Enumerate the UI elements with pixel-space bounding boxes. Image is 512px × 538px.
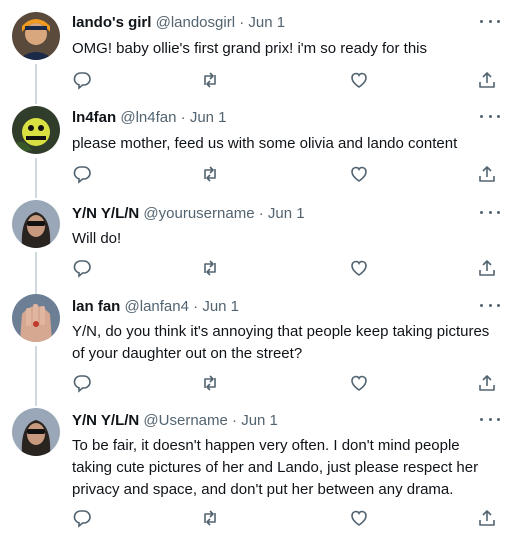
retweet-icon[interactable] — [200, 258, 220, 278]
like-icon[interactable] — [349, 70, 369, 90]
share-icon[interactable] — [477, 164, 497, 184]
display-name[interactable]: Y/N Y/L/N — [72, 205, 139, 222]
reply-icon[interactable] — [72, 70, 92, 90]
share-icon[interactable] — [477, 508, 497, 528]
handle[interactable]: @Username — [143, 412, 227, 429]
avatar[interactable] — [12, 408, 60, 456]
like-icon[interactable] — [349, 508, 369, 528]
display-name[interactable]: lando's girl — [72, 14, 151, 31]
separator: · — [193, 298, 199, 315]
more-icon[interactable] — [480, 206, 500, 218]
more-icon[interactable] — [480, 110, 500, 122]
reply-icon[interactable] — [72, 373, 92, 393]
tweet-text: please mother, feed us with some olivia … — [72, 135, 458, 152]
retweet-icon[interactable] — [200, 164, 220, 184]
thread-line — [35, 64, 37, 104]
thread-line — [35, 346, 37, 406]
timestamp[interactable]: Jun 1 — [190, 109, 227, 126]
tweet-header: Y/N Y/L/N @Username · Jun 1 — [72, 411, 278, 430]
tweet-header: lando's girl @landosgirl · Jun 1 — [72, 13, 285, 32]
handle[interactable]: @lanfan4 — [125, 298, 189, 315]
tweet-text: Will do! — [72, 230, 122, 247]
separator: · — [180, 109, 186, 126]
display-name[interactable]: ln4fan — [72, 109, 116, 126]
retweet-icon[interactable] — [200, 508, 220, 528]
retweet-icon[interactable] — [200, 373, 220, 393]
display-name[interactable]: Y/N Y/L/N — [72, 412, 139, 429]
tweet-header: Y/N Y/L/N @yourusername · Jun 1 — [72, 204, 305, 223]
thread-line — [35, 158, 37, 198]
tweet-actions — [72, 508, 502, 528]
separator: · — [258, 205, 264, 222]
retweet-icon[interactable] — [200, 70, 220, 90]
reply-icon[interactable] — [72, 508, 92, 528]
like-icon[interactable] — [349, 373, 369, 393]
like-icon[interactable] — [349, 258, 369, 278]
avatar[interactable] — [12, 106, 60, 154]
tweet-actions — [72, 373, 502, 393]
thread-line — [35, 252, 37, 294]
tweet-actions — [72, 70, 502, 90]
handle[interactable]: @ln4fan — [120, 109, 176, 126]
tweet-actions — [72, 164, 502, 184]
share-icon[interactable] — [477, 258, 497, 278]
separator: · — [232, 412, 238, 429]
tweet-header: ln4fan @ln4fan · Jun 1 — [72, 108, 227, 127]
share-icon[interactable] — [477, 70, 497, 90]
separator: · — [239, 14, 245, 31]
avatar[interactable] — [12, 200, 60, 248]
timestamp[interactable]: Jun 1 — [248, 14, 285, 31]
more-icon[interactable] — [480, 299, 500, 311]
timestamp[interactable]: Jun 1 — [202, 298, 239, 315]
handle[interactable]: @yourusername — [143, 205, 254, 222]
timestamp[interactable]: Jun 1 — [241, 412, 278, 429]
share-icon[interactable] — [477, 373, 497, 393]
tweet-text: Y/N, do you think it's annoying that peo… — [72, 323, 490, 362]
avatar[interactable] — [12, 294, 60, 342]
tweet-text: To be fair, it doesn't happen very often… — [72, 437, 479, 498]
reply-icon[interactable] — [72, 258, 92, 278]
tweet-text: OMG! baby ollie's first grand prix! i'm … — [72, 40, 428, 57]
avatar[interactable] — [12, 12, 60, 60]
like-icon[interactable] — [349, 164, 369, 184]
tweet-actions — [72, 258, 502, 278]
display-name[interactable]: lan fan — [72, 298, 120, 315]
more-icon[interactable] — [480, 15, 500, 27]
reply-icon[interactable] — [72, 164, 92, 184]
more-icon[interactable] — [480, 413, 500, 425]
timestamp[interactable]: Jun 1 — [268, 205, 305, 222]
handle[interactable]: @landosgirl — [156, 14, 235, 31]
tweet-header: lan fan @lanfan4 · Jun 1 — [72, 297, 239, 316]
